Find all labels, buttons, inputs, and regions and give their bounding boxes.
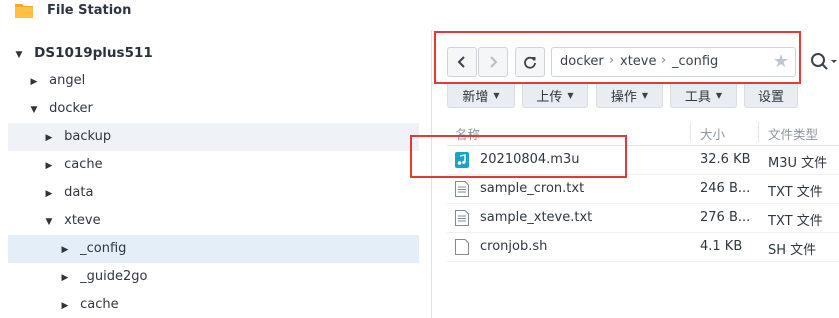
column-header-size[interactable]: 大小	[700, 124, 725, 143]
file-size: 246 B...	[700, 181, 751, 196]
tree-item-backup[interactable]: ▶ backup	[8, 123, 419, 151]
search-button[interactable]	[808, 50, 839, 74]
tree-item-config[interactable]: ▶ _config	[8, 235, 419, 263]
tree-item-label: docker	[49, 101, 93, 116]
caret-down-icon[interactable]: ▼	[29, 96, 39, 124]
settings-button[interactable]: 设置	[744, 82, 798, 108]
file-type: TXT 文件	[768, 214, 823, 229]
tree-item-docker[interactable]: ▼ docker	[29, 95, 424, 123]
folder-icon	[14, 1, 34, 19]
app-title: File Station	[47, 3, 132, 18]
create-button[interactable]: 新增 ▼	[447, 82, 515, 108]
column-header-type[interactable]: 文件类型	[768, 124, 818, 143]
file-type: SH 文件	[768, 243, 817, 258]
caret-down-icon[interactable]: ▼	[44, 208, 54, 236]
tree-item-xteve[interactable]: ▼ xteve	[44, 207, 424, 235]
file-size: 4.1 KB	[700, 239, 743, 254]
tree-item-guide2go[interactable]: ▶ _guide2go	[60, 263, 424, 291]
caret-down-icon: ▼	[493, 90, 500, 100]
tree-item-label: _guide2go	[80, 269, 148, 284]
tree-item-cache[interactable]: ▶ cache	[44, 151, 424, 179]
tree-item-label: cache	[64, 157, 103, 172]
tree-root-label: DS1019plus511	[34, 45, 153, 61]
settings-label: 设置	[757, 89, 784, 105]
caret-right-icon[interactable]: ▶	[60, 292, 70, 318]
highlight-box-file	[410, 135, 627, 178]
table-row[interactable]: sample_cron.txt 246 B... TXT 文件	[447, 175, 839, 204]
tree-item-label: backup	[64, 129, 112, 144]
column-divider[interactable]	[758, 122, 759, 142]
tree-item-data[interactable]: ▶ data	[44, 179, 424, 207]
tree-item-root[interactable]: ▼ DS1019plus511	[14, 39, 424, 67]
tree-item-cache-sub[interactable]: ▶ cache	[60, 291, 424, 318]
file-name: sample_cron.txt	[480, 181, 585, 196]
caret-right-icon[interactable]: ▶	[44, 124, 54, 152]
tools-label: 工具	[684, 89, 711, 105]
tree-item-label: xteve	[64, 213, 101, 228]
table-row[interactable]: cronjob.sh 4.1 KB SH 文件	[447, 233, 839, 262]
file-name: cronjob.sh	[480, 239, 548, 254]
tree-item-angel[interactable]: ▶ angel	[29, 67, 424, 95]
action-button[interactable]: 操作 ▼	[596, 82, 663, 108]
caret-down-icon: ▼	[641, 90, 649, 100]
caret-down-icon[interactable]: ▼	[14, 41, 24, 69]
highlight-box-navigation	[434, 31, 801, 84]
action-label: 操作	[610, 89, 637, 105]
tree-item-label: angel	[49, 73, 86, 88]
caret-right-icon[interactable]: ▶	[60, 264, 70, 292]
tools-button[interactable]: 工具 ▼	[670, 82, 737, 108]
caret-down-icon: ▼	[567, 90, 574, 100]
generic-file-icon	[455, 239, 469, 255]
tree-item-label: _config	[80, 241, 127, 256]
tree-item-label: cache	[80, 297, 119, 312]
file-type: TXT 文件	[768, 185, 823, 200]
column-divider[interactable]	[690, 122, 691, 142]
caret-right-icon[interactable]: ▶	[60, 236, 70, 264]
caret-down-icon: ▼	[715, 90, 723, 100]
create-label: 新增	[462, 89, 489, 105]
upload-button[interactable]: 上传 ▼	[522, 82, 588, 108]
file-type: M3U 文件	[768, 156, 828, 171]
file-size: 276 B...	[700, 210, 751, 225]
caret-right-icon[interactable]: ▶	[44, 180, 54, 208]
caret-right-icon[interactable]: ▶	[29, 68, 39, 96]
tree-item-label: data	[64, 185, 94, 200]
table-row[interactable]: sample_xteve.txt 276 B... TXT 文件	[447, 204, 839, 233]
upload-label: 上传	[536, 89, 563, 105]
text-file-icon	[455, 181, 469, 197]
title-bar: File Station	[0, 0, 839, 24]
file-name: sample_xteve.txt	[480, 210, 593, 225]
caret-right-icon[interactable]: ▶	[44, 152, 54, 180]
file-size: 32.6 KB	[700, 152, 751, 167]
text-file-icon	[455, 210, 469, 226]
search-icon	[811, 53, 837, 70]
folder-tree: ▼ DS1019plus511 ▶ angel ▼ docker ▶ backu…	[0, 36, 430, 318]
